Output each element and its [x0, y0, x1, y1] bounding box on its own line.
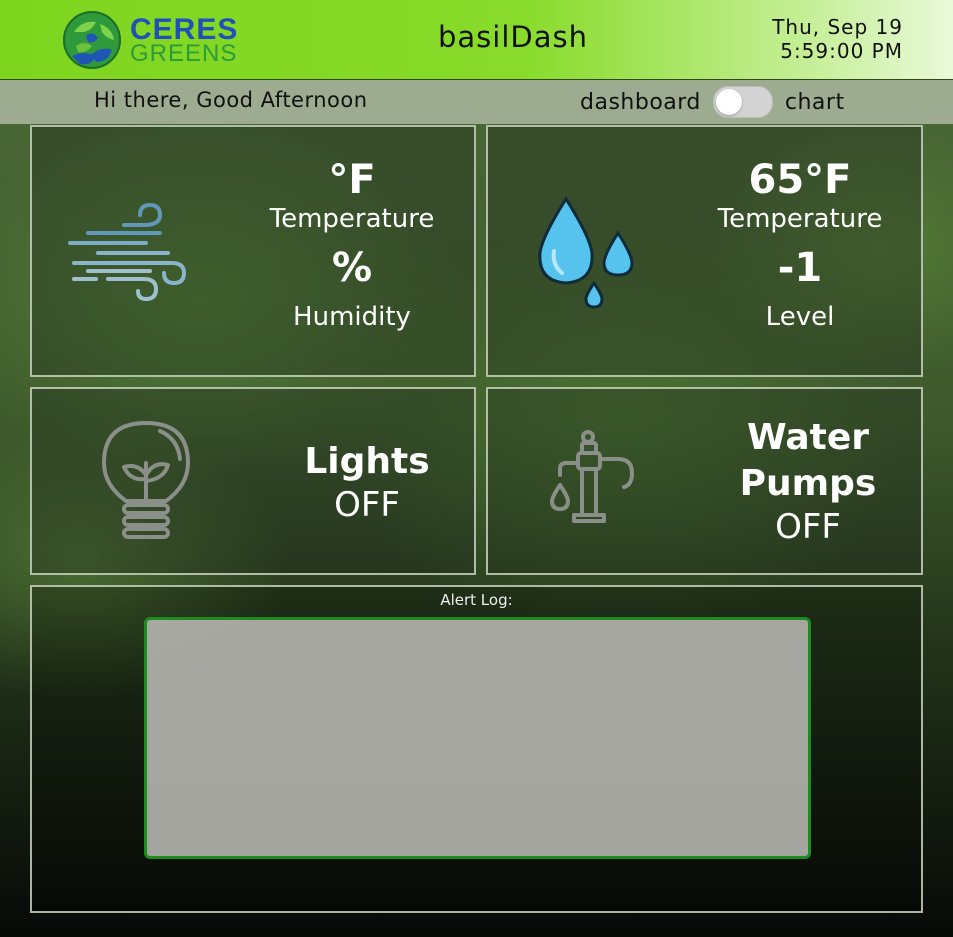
- current-date: Thu, Sep 19: [772, 15, 903, 39]
- air-conditions-card: °F Temperature % Humidity: [30, 125, 476, 377]
- alert-log-title: Alert Log:: [440, 591, 513, 609]
- date-time: Thu, Sep 19 5:59:00 PM: [772, 15, 903, 63]
- water-conditions-card: 65°F Temperature -1 Level: [486, 125, 923, 377]
- lights-state: OFF: [334, 485, 400, 525]
- app-header: CERES GREENS basilDash Thu, Sep 19 5:59:…: [0, 0, 953, 80]
- pumps-label-line1: Water: [746, 417, 870, 458]
- view-toggle: dashboard chart: [580, 86, 845, 118]
- water-pump-icon: [550, 430, 634, 523]
- water-temperature-value: 65°F: [748, 157, 852, 203]
- water-drops-icon: [538, 196, 634, 309]
- brand-logo[interactable]: CERES GREENS: [62, 10, 242, 70]
- air-temperature-label: Temperature: [269, 204, 435, 234]
- brand-name-line2: GREENS: [130, 40, 238, 67]
- lights-label: Lights: [304, 441, 430, 482]
- air-temperature-value: °F: [328, 157, 376, 203]
- wind-icon: [68, 203, 187, 301]
- alert-log-card: Alert Log:: [30, 585, 923, 913]
- air-humidity-label: Humidity: [293, 302, 411, 332]
- air-humidity-value: %: [331, 245, 373, 291]
- air-stats: °F Temperature % Humidity: [260, 157, 444, 333]
- pumps-status: Water Pumps OFF: [738, 415, 878, 547]
- lights-status: Lights OFF: [302, 439, 432, 525]
- switch-knob: [715, 89, 742, 115]
- water-level-value: -1: [777, 245, 823, 291]
- app-title: basilDash: [438, 20, 588, 54]
- view-switch[interactable]: [712, 86, 773, 118]
- lights-card[interactable]: Lights OFF: [30, 387, 476, 575]
- pumps-label-line2: Pumps: [739, 463, 877, 504]
- lightbulb-plant-icon: [102, 421, 190, 539]
- toggle-label-dashboard: dashboard: [580, 89, 701, 115]
- current-time: 5:59:00 PM: [780, 39, 903, 63]
- pumps-state: OFF: [775, 507, 841, 547]
- greeting-bar: Hi there, Good Afternoon dashboard chart: [0, 80, 953, 124]
- water-pumps-card[interactable]: Water Pumps OFF: [486, 387, 923, 575]
- water-temperature-label: Temperature: [717, 204, 883, 234]
- greeting-text: Hi there, Good Afternoon: [94, 88, 368, 112]
- ceres-globe-icon: [63, 11, 121, 69]
- alert-log-textarea[interactable]: [144, 617, 811, 859]
- toggle-label-chart: chart: [784, 89, 845, 115]
- water-stats: 65°F Temperature -1 Level: [708, 157, 892, 333]
- water-level-label: Level: [765, 302, 835, 332]
